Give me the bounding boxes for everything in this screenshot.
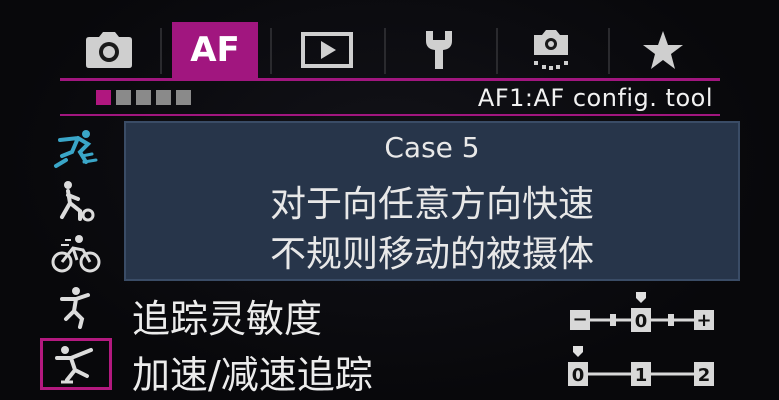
case-5-item[interactable] [40, 338, 112, 390]
accel-decel-tick-2: 2 [698, 365, 711, 386]
custom-function-icon [534, 30, 568, 70]
case-description-panel: Case 5 对于向任意方向快速 不规则移动的被摄体 [124, 121, 740, 281]
tracking-sensitivity-plus: + [696, 310, 711, 331]
camera-icon [86, 32, 132, 68]
accel-decel-tracking-label[interactable]: 加速/减速追踪 [132, 344, 373, 399]
tracking-sensitivity-label[interactable]: 追踪灵敏度 [132, 288, 322, 343]
tracking-sensitivity-scale[interactable]: − 0 + [566, 292, 718, 336]
case4-athlete-icon [60, 287, 90, 329]
page-title: AF1:AF config. tool [477, 84, 713, 112]
tab-playback[interactable] [284, 22, 370, 78]
tab-underline [60, 78, 720, 81]
accel-decel-tick-0: 0 [572, 365, 585, 386]
case-title: Case 5 [384, 131, 480, 164]
tab-my-menu[interactable] [620, 22, 706, 78]
tab-af-label: AF [190, 30, 240, 70]
tracking-sensitivity-zero: 0 [635, 311, 648, 332]
case-4-item[interactable] [40, 281, 112, 333]
menu-tab-bar: AF [60, 22, 720, 78]
case-3-item[interactable] [40, 228, 112, 280]
playback-icon [301, 32, 353, 68]
tab-custom[interactable] [508, 22, 594, 78]
page-dot-1 [96, 90, 111, 105]
accel-decel-pointer [573, 346, 583, 357]
tab-af[interactable]: AF [172, 22, 258, 78]
page-dot-3 [136, 90, 151, 105]
case5-skater-icon [55, 346, 93, 384]
case-description-line-1: 对于向任意方向快速 [269, 184, 594, 225]
page-dot-4 [156, 90, 171, 105]
case1-runner-icon [54, 130, 98, 168]
case-1-item[interactable] [40, 122, 112, 174]
tracking-sensitivity-pointer [636, 292, 646, 303]
case-2-item[interactable] [40, 175, 112, 227]
star-icon [643, 31, 683, 69]
wrench-icon [426, 31, 452, 69]
page-dot-5 [176, 90, 191, 105]
accel-decel-tracking-scale[interactable]: 0 1 2 [566, 346, 718, 390]
case2-runner-icon [60, 181, 95, 222]
page-indicator [96, 90, 191, 105]
camera-menu-screen: AF AF1:AF config. tool Case 5 对于向任意方向快速 … [0, 0, 779, 400]
accel-decel-tick-1: 1 [635, 365, 648, 386]
page-dot-2 [116, 90, 131, 105]
case-description-line-2: 不规则移动的被摄体 [269, 234, 594, 275]
case3-cyclist-icon [51, 235, 101, 273]
tab-shooting[interactable] [66, 22, 152, 78]
header-divider [60, 114, 720, 116]
tracking-sensitivity-minus: − [572, 309, 587, 330]
tab-setup[interactable] [396, 22, 482, 78]
